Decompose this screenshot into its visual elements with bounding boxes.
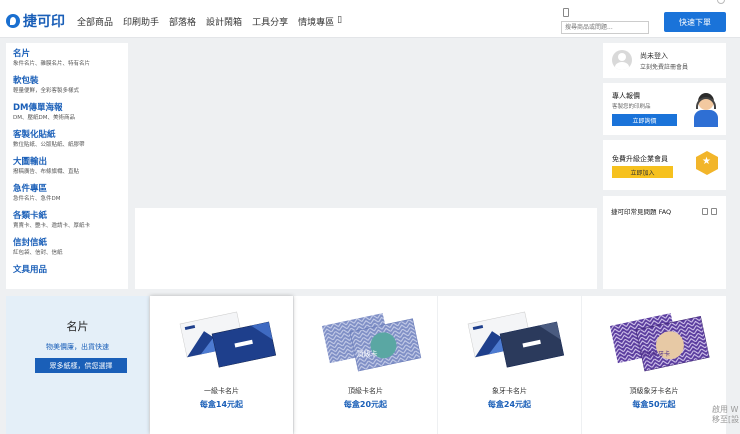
activation-watermark: 啟用 W 移至[設	[712, 405, 739, 425]
category-title[interactable]: 各類卡紙	[13, 211, 121, 222]
category-sub: 數位貼紙、公版貼紙、紙膠帶	[13, 142, 85, 148]
account-icon[interactable]	[717, 0, 725, 4]
prev-arrow-icon[interactable]	[702, 208, 708, 215]
product-image: 頂級象牙卡	[610, 313, 710, 372]
next-arrow-icon[interactable]	[711, 208, 717, 215]
category-title[interactable]: 軟包裝	[13, 76, 121, 87]
product-image	[179, 311, 277, 368]
product-image: 頂級卡	[322, 313, 422, 372]
product-image-label: 頂級象牙卡	[640, 350, 670, 358]
faq-title[interactable]: 捷可印常見問題 FAQ	[611, 206, 671, 216]
quote-card: 專人報價 客製您的印刷品 立即詢價	[603, 83, 726, 135]
site-logo[interactable]: 捷可印	[6, 11, 65, 31]
crown-badge-icon: ★	[696, 151, 718, 175]
category-title[interactable]: DM傳單海報	[13, 103, 121, 114]
customer-service-icon	[693, 93, 719, 127]
category-item[interactable]: 大圖輸出 撥稿廣告、布條旗幟、直貼	[13, 157, 121, 176]
nav-item-scenarios[interactable]: 情境專區	[298, 15, 334, 28]
category-title[interactable]: 名片	[13, 49, 121, 60]
watermark-line: 啟用 W	[712, 405, 739, 414]
product-card[interactable]: 頂級象牙卡 頂級象牙卡名片 每盒50元起	[582, 296, 726, 434]
category-title[interactable]: 文具用品	[13, 265, 121, 276]
category-sub: 輕量便鮮，全彩客製多樣式	[13, 88, 80, 94]
join-button[interactable]: 立即加入	[612, 166, 673, 178]
category-item[interactable]: 文具用品	[13, 265, 121, 276]
category-item[interactable]: 各類卡紙 賣賣卡、艷卡、邀請卡、厚紙卡	[13, 211, 121, 230]
login-title[interactable]: 尚未登入	[640, 51, 668, 61]
nav-item-tools[interactable]: 工具分享	[252, 15, 288, 28]
phone-icon[interactable]	[563, 8, 569, 17]
logo-icon	[6, 14, 20, 28]
product-name[interactable]: 象牙卡名片	[438, 386, 581, 396]
product-name[interactable]: 頂級卡名片	[294, 386, 437, 396]
category-sidebar: 名片 象件名片、雜膜名片、特有名片 軟包裝 輕量便鮮，全彩客製多樣式 DM傳單海…	[6, 43, 128, 289]
category-item[interactable]: 急件專區 急件名片、急件DM	[13, 184, 121, 203]
promo-subtitle: 物美價廉，出貨快速	[46, 343, 109, 351]
main-nav: 全部商品 印刷助手 部落格 設計鬧箱 工具分享 情境專區 ▯	[77, 15, 352, 28]
category-title[interactable]: 急件專區	[13, 184, 121, 195]
nav-item-print-assistant[interactable]: 印刷助手	[123, 15, 159, 28]
upgrade-card: 免費升級企業會員 立即加入 ★	[603, 140, 726, 190]
category-sub: DM、壓紙DM、美術商品	[13, 115, 75, 121]
product-name[interactable]: 頂級象牙卡名片	[582, 386, 726, 396]
product-price: 每盒20元起	[343, 400, 388, 409]
product-card[interactable]: 頂級卡 頂級卡名片 每盒20元起	[294, 296, 437, 434]
paper-samples-button[interactable]: 眾多紙樣，供您選擇	[35, 358, 127, 373]
dropdown-icon[interactable]: ▯	[337, 15, 342, 28]
quick-order-button[interactable]: 快速下單	[664, 12, 726, 32]
nav-item-design[interactable]: 設計鬧箱	[206, 15, 242, 28]
category-sub: 象件名片、雜膜名片、特有名片	[13, 61, 91, 67]
business-card-promo: 名片 物美價廉，出貨快速 眾多紙樣，供您選擇	[6, 296, 149, 434]
search-input[interactable]	[561, 21, 649, 34]
upgrade-title: 免費升級企業會員	[612, 155, 668, 163]
category-sub: 紅包袋、信封、信紙	[13, 250, 63, 256]
category-title[interactable]: 信封信紙	[13, 238, 121, 249]
product-image	[467, 311, 565, 368]
category-item[interactable]: 信封信紙 紅包袋、信封、信紙	[13, 238, 121, 257]
category-sub: 撥稿廣告、布條旗幟、直貼	[13, 169, 80, 175]
user-avatar-icon	[612, 50, 632, 70]
category-item[interactable]: DM傳單海報 DM、壓紙DM、美術商品	[13, 103, 121, 122]
faq-card: 捷可印常見問題 FAQ	[603, 196, 726, 289]
product-card[interactable]: 一級卡名片 每盒14元起	[150, 296, 293, 434]
hero-banner-area	[135, 43, 597, 207]
category-title[interactable]: 大圖輸出	[13, 157, 121, 168]
login-card[interactable]: 尚未登入 立刻免費註冊會員	[603, 43, 726, 78]
product-card[interactable]: 象牙卡名片 每盒24元起	[438, 296, 581, 434]
product-price: 每盒24元起	[487, 400, 532, 409]
faq-nav	[699, 208, 717, 215]
category-item[interactable]: 軟包裝 輕量便鮮，全彩客製多樣式	[13, 76, 121, 95]
category-sub: 急件名片、急件DM	[13, 196, 61, 202]
nav-item-all-products[interactable]: 全部商品	[77, 15, 113, 28]
logo-text: 捷可印	[23, 14, 65, 30]
watermark-line: 移至[設	[712, 415, 740, 424]
category-item[interactable]: 名片 象件名片、雜膜名片、特有名片	[13, 49, 121, 68]
product-name[interactable]: 一級卡名片	[150, 386, 293, 396]
quote-title: 專人報價	[612, 92, 640, 100]
nav-item-blog[interactable]: 部落格	[169, 15, 196, 28]
product-price: 每盒50元起	[632, 400, 676, 409]
category-sub: 賣賣卡、艷卡、邀請卡、厚紙卡	[13, 223, 91, 229]
quote-subtitle: 客製您的印刷品	[612, 104, 651, 110]
category-item[interactable]: 客製化貼紙 數位貼紙、公版貼紙、紙膠帶	[13, 130, 121, 149]
hero-banner[interactable]	[135, 208, 597, 289]
register-link[interactable]: 立刻免費註冊會員	[640, 62, 688, 71]
promo-title: 名片	[66, 320, 89, 333]
site-header: 捷可印 全部商品 印刷助手 部落格 設計鬧箱 工具分享 情境專區 ▯ 快速下單	[0, 0, 740, 38]
category-title[interactable]: 客製化貼紙	[13, 130, 121, 141]
product-price: 每盒14元起	[199, 400, 244, 409]
quote-button[interactable]: 立即詢價	[612, 114, 677, 126]
product-image-label: 頂級卡	[357, 349, 378, 358]
